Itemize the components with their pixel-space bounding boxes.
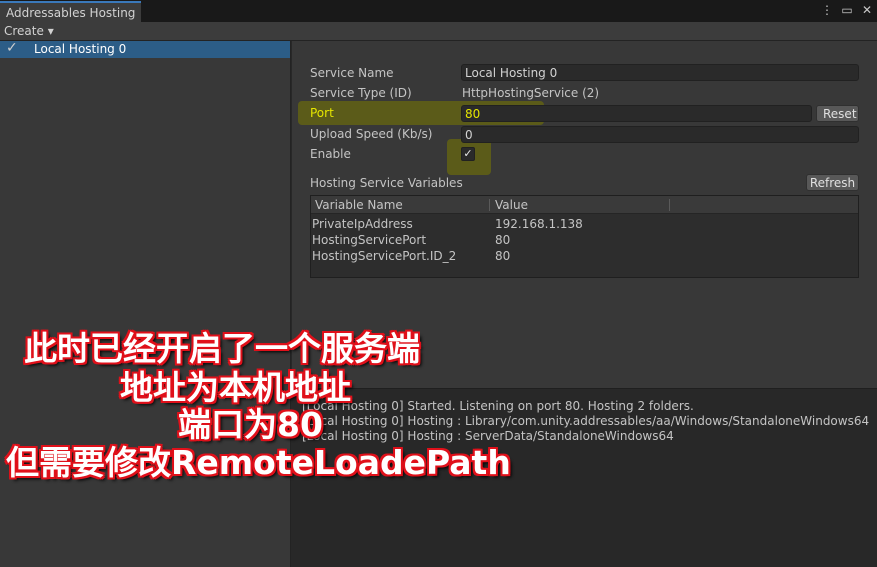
variable-value-cell: 80 <box>495 249 511 263</box>
enable-label: Enable <box>310 147 351 161</box>
log-line: [Local Hosting 0] Hosting : Library/com.… <box>302 414 870 428</box>
service-name-label: Service Name <box>310 66 394 80</box>
tab-title: Addressables Hosting <box>6 6 136 20</box>
variables-title: Hosting Service Variables <box>310 176 463 190</box>
service-name-field[interactable]: Local Hosting 0 <box>461 64 859 81</box>
annotation-line-4: 但需要修改RemoteLoadePath <box>6 443 511 482</box>
variables-table-header: Variable Name Value <box>311 196 858 214</box>
create-dropdown-button[interactable]: Create ▾ <box>0 22 58 41</box>
variable-value-cell: 80 <box>495 233 511 247</box>
port-field[interactable]: 80 <box>461 105 812 122</box>
more-menu-icon[interactable]: ⋮ <box>821 3 833 17</box>
variable-name-cell: PrivateIpAddress <box>312 217 413 231</box>
upload-speed-field[interactable]: 0 <box>461 126 859 143</box>
variable-name-cell: HostingServicePort <box>312 233 427 247</box>
variables-table: Variable Name Value PrivateIpAddress 192… <box>310 195 859 278</box>
check-icon: ✓ <box>6 40 18 56</box>
window-tab-bar: Addressables Hosting ⋮ ▭ ✕ <box>0 0 877 22</box>
variable-name-cell: HostingServicePort.ID_2 <box>312 249 457 263</box>
toolbar: Create ▾ <box>0 22 877 41</box>
maximize-icon[interactable]: ▭ <box>841 3 853 17</box>
close-icon[interactable]: ✕ <box>861 3 873 17</box>
column-header-variable-name[interactable]: Variable Name <box>315 198 403 212</box>
service-details-panel: Service Name Local Hosting 0 Service Typ… <box>292 41 877 567</box>
enable-checkbox[interactable]: ✓ <box>461 147 475 161</box>
log-line: [Local Hosting 0] Started. Listening on … <box>302 399 694 413</box>
service-type-label: Service Type (ID) <box>310 86 412 100</box>
service-list-item-label: Local Hosting 0 <box>34 42 127 56</box>
reset-button[interactable]: Reset <box>816 105 859 122</box>
tab-addressables-hosting[interactable]: Addressables Hosting <box>0 1 141 22</box>
variable-value-cell: 192.168.1.138 <box>495 217 583 231</box>
column-divider[interactable] <box>489 199 490 211</box>
refresh-button[interactable]: Refresh <box>806 174 859 191</box>
column-divider[interactable] <box>669 199 670 211</box>
column-header-value[interactable]: Value <box>495 198 528 212</box>
upload-speed-label: Upload Speed (Kb/s) <box>310 127 433 141</box>
services-list-panel: ✓ Local Hosting 0 <box>0 40 291 567</box>
port-label: Port <box>310 106 334 120</box>
service-type-value: HttpHostingService (2) <box>462 86 600 100</box>
window-controls: ⋮ ▭ ✕ <box>821 3 873 17</box>
service-list-item[interactable]: ✓ Local Hosting 0 <box>0 40 290 58</box>
